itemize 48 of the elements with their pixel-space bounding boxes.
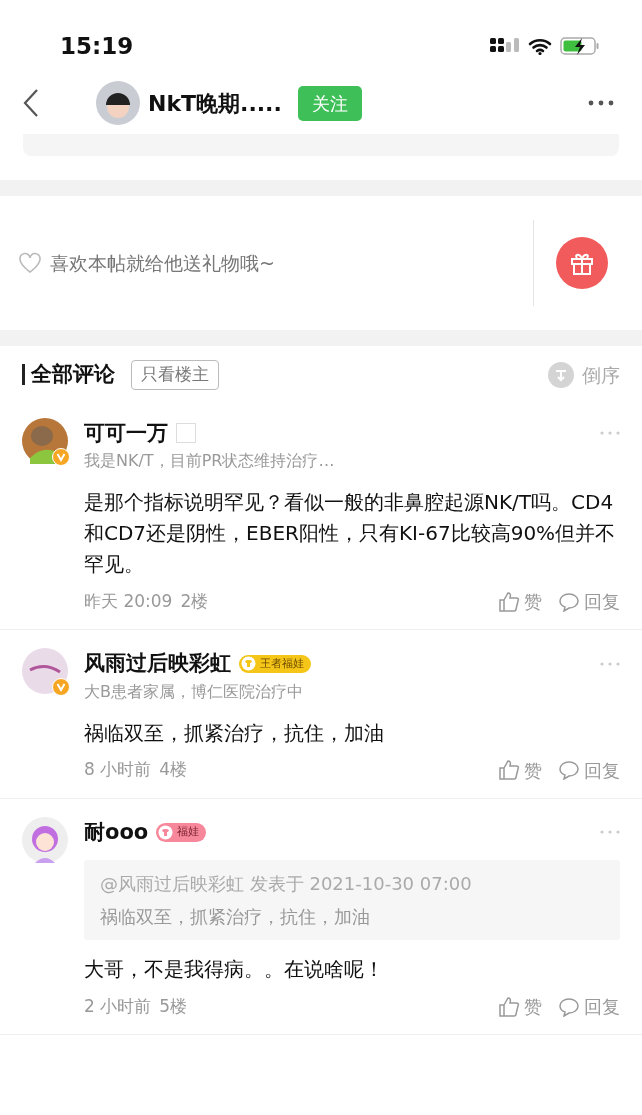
thumbs-up-icon xyxy=(498,759,520,781)
like-button[interactable]: 赞 xyxy=(498,756,542,784)
reply-button[interactable]: 回复 xyxy=(558,756,620,784)
like-button[interactable]: 赞 xyxy=(498,993,542,1020)
speech-bubble-icon xyxy=(558,591,580,612)
comment-text: 大哥，不是我得病。。在说啥呢！ xyxy=(84,956,385,983)
floor-number: 2楼 xyxy=(180,589,209,613)
page-title: NkT晚期..... xyxy=(148,89,282,118)
gift-button[interactable] xyxy=(556,237,608,289)
wifi-icon xyxy=(528,37,552,55)
thumbs-up-icon xyxy=(498,590,520,613)
status-time: 15:19 xyxy=(60,31,134,61)
sort-button[interactable]: 倒序 xyxy=(548,360,620,389)
battery-icon xyxy=(560,36,600,56)
user-name: 耐ooo xyxy=(84,818,149,846)
more-icon[interactable] xyxy=(588,100,614,106)
user-bio: 大B患者家属，博仁医院治疗中 xyxy=(84,680,304,703)
heart-icon xyxy=(18,252,42,274)
badge-label: 王者福娃 xyxy=(260,655,304,672)
user-bio: 我是NK/T，目前PR状态维持治疗… xyxy=(84,450,336,472)
filter-button[interactable]: 只看楼主 xyxy=(131,360,219,390)
user-name: 风雨过后映彩虹 xyxy=(84,650,231,677)
floor-number: 4楼 xyxy=(159,758,188,782)
signal-icon xyxy=(490,38,520,54)
comment-text: 是那个指标说明罕见？看似一般的非鼻腔起源NK/T吗。CD4和CD7还是阴性，EBER阳性，只有KI-67比较高90%但并不罕见。 xyxy=(84,489,617,578)
sort-icon xyxy=(548,361,574,388)
like-button[interactable]: 赞 xyxy=(498,588,542,615)
back-button[interactable] xyxy=(22,88,40,118)
empty-badge xyxy=(176,423,196,444)
thumbs-up-icon xyxy=(498,995,520,1018)
comment-time: 2 小时前 xyxy=(84,994,152,1018)
badge-label: 福娃 xyxy=(177,824,200,840)
quote-text: 祸临双至，抓紧治疗，抗住，加油 xyxy=(100,905,371,929)
section-title: 全部评论 xyxy=(22,364,115,386)
avatar xyxy=(96,81,140,125)
comment-time: 8 小时前 xyxy=(84,758,152,782)
user-name: 可可一万 xyxy=(84,419,168,447)
reply-button[interactable]: 回复 xyxy=(558,993,620,1020)
gift-prompt: 喜欢本帖就给他送礼物哦~ xyxy=(50,250,275,276)
follow-button[interactable]: 关注 xyxy=(297,85,362,121)
quote-header: @风雨过后映彩虹 发表于 2021-10-30 07:00 xyxy=(100,872,473,896)
floor-number: 5楼 xyxy=(159,994,188,1018)
speech-bubble-icon xyxy=(558,760,580,780)
comment-time: 昨天 20:09 xyxy=(84,589,173,613)
speech-bubble-icon xyxy=(558,996,580,1017)
comment-text: 祸临双至，抓紧治疗，抗住，加油 xyxy=(84,719,385,747)
reply-button[interactable]: 回复 xyxy=(558,588,620,615)
avatar xyxy=(22,816,68,863)
